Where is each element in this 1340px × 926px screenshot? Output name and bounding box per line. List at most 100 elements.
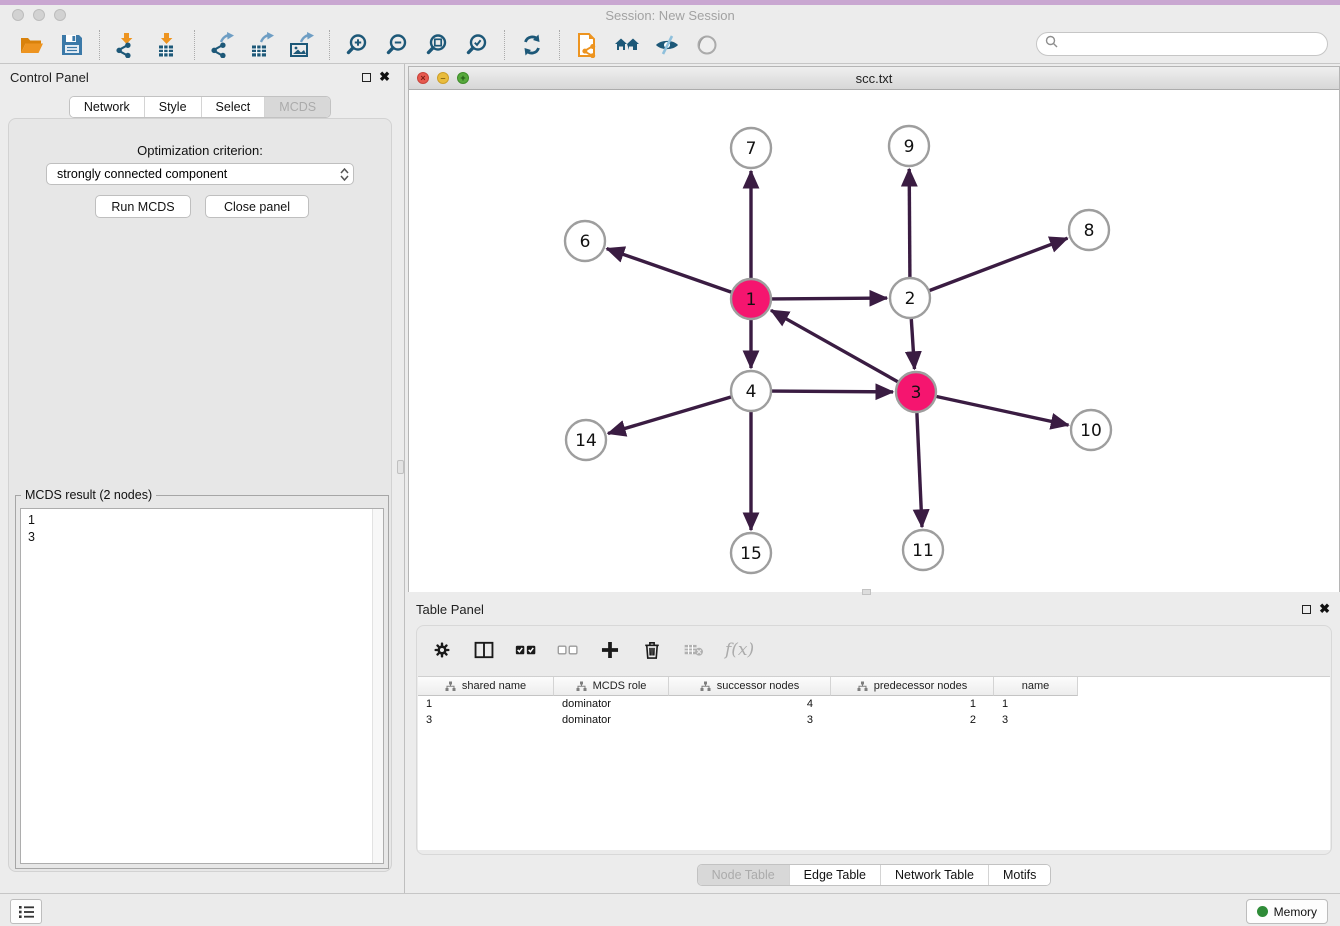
inactive-eye-icon[interactable] [690,30,724,60]
minimize-view-icon[interactable]: – [437,72,449,84]
tab-motifs[interactable]: Motifs [988,865,1050,885]
cell-predecessor-nodes[interactable]: 1 [831,698,994,710]
graph-node-9[interactable]: 9 [889,126,929,166]
export-image-icon[interactable] [285,30,319,60]
hide-panel-icon[interactable] [650,30,684,60]
import-network-icon[interactable] [110,30,144,60]
task-history-button[interactable] [10,899,42,924]
edge-3-10[interactable] [937,397,1069,426]
add-column-icon[interactable] [599,636,621,664]
cell-successor-nodes[interactable]: 4 [669,698,831,710]
cell-predecessor-nodes[interactable]: 2 [831,714,994,726]
column-label: name [1022,680,1050,692]
column-header-shared-name[interactable]: shared name [418,677,554,696]
result-scrollbar[interactable] [372,509,383,863]
network-graph: 1 2 3 4 6 7 8 9 10 11 14 15 [409,90,1339,592]
zoom-in-icon[interactable] [340,30,374,60]
graph-node-11[interactable]: 11 [903,530,943,570]
cell-shared-name[interactable]: 1 [418,698,554,710]
edge-2-8[interactable] [930,238,1068,290]
edge-3-11[interactable] [917,413,922,527]
vertical-splitter[interactable] [404,64,405,893]
trash-icon[interactable] [641,636,663,664]
vertical-splitter-handle[interactable] [397,460,404,474]
table-row[interactable]: 3dominator323 [418,712,1330,728]
float-panel-icon[interactable] [362,73,371,82]
tab-node-table[interactable]: Node Table [698,865,789,885]
column-header-MCDS-role[interactable]: MCDS role [554,677,669,696]
table-panel-title: Table Panel [408,602,1302,617]
run-mcds-button[interactable]: Run MCDS [95,195,191,218]
tab-style[interactable]: Style [144,97,201,117]
cell-name[interactable]: 1 [994,698,1078,710]
edge-2-3[interactable] [911,319,914,369]
column-type-icon [576,681,587,692]
edge-4-3[interactable] [772,391,893,392]
network-view-window: × – + scc.txt 1234678910111415 [408,66,1340,592]
select-all-icon[interactable] [515,636,537,664]
export-network-icon[interactable] [205,30,239,60]
zoom-out-icon[interactable] [380,30,414,60]
maximize-view-icon[interactable]: + [457,72,469,84]
graph-node-8[interactable]: 8 [1069,210,1109,250]
export-table-icon[interactable] [245,30,279,60]
graph-node-10[interactable]: 10 [1071,410,1111,450]
import-table-icon[interactable] [150,30,184,60]
graph-node-7[interactable]: 7 [731,128,771,168]
float-table-panel-icon[interactable] [1302,605,1311,614]
horizontal-splitter-handle[interactable] [862,589,871,595]
list-icon [18,905,35,919]
gear-icon[interactable] [431,636,453,664]
graph-node-15[interactable]: 15 [731,533,771,573]
deselect-all-icon[interactable] [557,636,579,664]
tab-select[interactable]: Select [201,97,265,117]
column-header-successor-nodes[interactable]: successor nodes [669,677,831,696]
cell-MCDS-role[interactable]: dominator [554,714,669,726]
close-panel-button[interactable]: Close panel [205,195,309,218]
tab-network-table[interactable]: Network Table [880,865,988,885]
edge-2-9[interactable] [909,169,910,277]
refresh-icon[interactable] [515,30,549,60]
search-input[interactable] [1058,34,1327,54]
cell-name[interactable]: 3 [994,714,1078,726]
close-view-icon[interactable]: × [417,72,429,84]
graph-node-1[interactable]: 1 [731,279,771,319]
network-canvas[interactable]: 1 2 3 4 6 7 8 9 10 11 14 15 [409,90,1339,592]
graph-node-14[interactable]: 14 [566,420,606,460]
zoom-selected-icon[interactable] [460,30,494,60]
graph-node-6[interactable]: 6 [565,221,605,261]
memory-button[interactable]: Memory [1246,899,1328,924]
graph-node-2[interactable]: 2 [890,278,930,318]
edge-1-6[interactable] [607,249,732,293]
close-table-panel-icon[interactable]: ✖ [1319,604,1330,614]
graph-node-3[interactable]: 3 [896,372,936,412]
table-row[interactable]: 1dominator411 [418,696,1330,712]
search-box[interactable] [1036,32,1328,56]
zoom-fit-icon[interactable] [420,30,454,60]
open-folder-icon[interactable] [15,30,49,60]
graph-node-4[interactable]: 4 [731,371,771,411]
split-view-icon[interactable] [473,636,495,664]
cell-shared-name[interactable]: 3 [418,714,554,726]
cell-MCDS-role[interactable]: dominator [554,698,669,710]
close-panel-icon[interactable]: ✖ [379,72,390,82]
column-header-name[interactable]: name [994,677,1078,696]
edge-3-1[interactable] [771,310,898,381]
column-label: MCDS role [593,680,647,692]
cell-successor-nodes[interactable]: 3 [669,714,831,726]
tab-edge-table[interactable]: Edge Table [789,865,880,885]
optimization-select[interactable]: strongly connected component [46,163,354,185]
column-header-predecessor-nodes[interactable]: predecessor nodes [831,677,994,696]
table-header-row: shared name MCDS role successor nodesprede… [418,677,1330,696]
home-icon[interactable] [610,30,644,60]
tab-mcds[interactable]: MCDS [264,97,330,117]
tab-network[interactable]: Network [70,97,144,117]
open-session-icon[interactable] [570,30,604,60]
save-icon[interactable] [55,30,89,60]
mcds-result-textarea[interactable]: 1 3 [20,508,384,864]
toolbar-separator [194,30,195,60]
node-label: 10 [1080,421,1102,441]
edge-4-14[interactable] [608,397,731,434]
control-panel-header: Control Panel ✖ [0,66,400,88]
edge-1-2[interactable] [772,298,887,299]
